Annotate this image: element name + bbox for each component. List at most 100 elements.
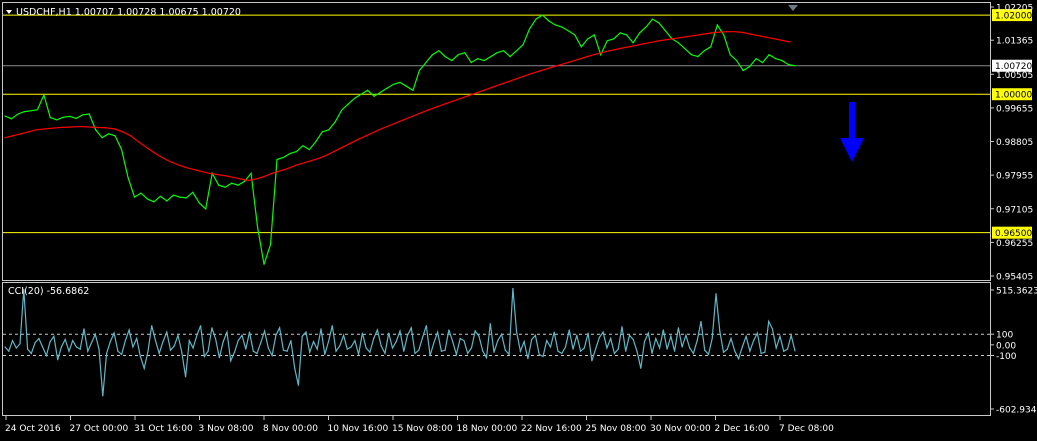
cci-line-point: [64, 338, 66, 341]
cci-line-point: [403, 350, 405, 352]
cci-line-point: [139, 355, 142, 358]
price-line-point: [101, 137, 103, 139]
price-line-point: [515, 50, 518, 52]
cci-tick-label: 515.3623: [996, 287, 1037, 297]
price-line-point: [120, 149, 123, 151]
cci-line-point: [346, 348, 348, 350]
cci-tick-label: 0.00: [996, 341, 1016, 351]
cci-line-point: [320, 328, 322, 330]
moving-average-line-point: [130, 135, 132, 137]
cci-panel: [2, 282, 991, 416]
cci-line-point: [455, 353, 458, 356]
price-axis: 1.02205 1.01365 1.00505 0.99655 0.98805 0.979…: [990, 4, 1033, 283]
cci-line-point: [572, 348, 574, 350]
cci-title: CCI(20) -56.6862: [8, 286, 89, 297]
cci-line-point: [433, 342, 435, 344]
price-line-point: [43, 94, 45, 96]
cci-line-point: [643, 341, 646, 343]
cci-line-point: [75, 346, 78, 348]
price-line-point: [677, 42, 680, 44]
cci-line-point: [493, 351, 495, 353]
moving-average-line-point: [420, 112, 422, 114]
price-line-point: [315, 141, 317, 143]
cci-line-point: [527, 358, 529, 360]
price-line-point: [23, 111, 26, 113]
cci-line-point: [369, 351, 371, 353]
cci-line-point: [632, 338, 634, 341]
cci-tick-label: 100: [996, 331, 1013, 341]
cci-line-point: [132, 346, 134, 348]
cci-line-point: [316, 348, 318, 350]
cci-line-point: [722, 351, 725, 353]
cci-line-point: [523, 341, 525, 343]
price-line-point: [10, 118, 13, 120]
price-line-point: [69, 115, 71, 117]
cci-line-point: [508, 353, 510, 356]
cci-line-point: [760, 352, 762, 354]
cci-line-point: [756, 332, 758, 334]
moving-average-line-point: [389, 124, 391, 127]
cci-line-point: [354, 339, 356, 342]
price-line-point: [664, 30, 667, 32]
price-line-point: [95, 129, 97, 131]
moving-average-line-point: [593, 54, 595, 56]
cci-line-point: [312, 341, 315, 343]
cci-line-point: [504, 349, 506, 351]
cci-line-point: [297, 384, 300, 386]
cci-line-point: [200, 325, 202, 327]
moving-average-line-point: [483, 89, 485, 91]
price-line-point: [561, 26, 563, 28]
price-line-point: [470, 61, 472, 64]
moving-average-line-point: [459, 97, 461, 100]
cci-line-point: [666, 348, 668, 350]
cci-line-point: [704, 349, 706, 351]
cci-line-point: [203, 355, 205, 358]
cci-line-point: [294, 367, 296, 369]
time-tick-label: 31 Oct 16:00: [134, 424, 193, 434]
price-line-point: [231, 182, 233, 184]
moving-average-line-point: [381, 128, 383, 130]
cci-line-point: [500, 333, 503, 335]
cci-line-point: [576, 334, 578, 336]
moving-average-line-point: [106, 127, 108, 129]
price-line-point: [451, 60, 453, 62]
price-line-point: [703, 50, 705, 52]
price-line-point: [328, 129, 330, 131]
price-line-point: [483, 60, 485, 62]
cci-line-point: [339, 345, 341, 347]
cci-line-point: [4, 346, 6, 348]
cci-line-point: [700, 320, 702, 323]
price-line-point: [347, 103, 349, 105]
cci-line-point: [365, 347, 367, 349]
moving-average-line-point: [506, 81, 508, 83]
cci-line-point: [452, 341, 454, 343]
price-line-point: [457, 54, 459, 56]
price-line-point: [794, 65, 796, 67]
cci-line-point: [677, 327, 679, 329]
cci-line-point: [226, 331, 228, 333]
level-label: 0.96500: [995, 229, 1032, 239]
cci-line-point: [719, 330, 721, 332]
cci-line-point: [610, 337, 612, 340]
cci-line-point: [606, 347, 608, 349]
cci-line-point: [256, 352, 258, 354]
moving-average-line-point: [671, 38, 673, 40]
cci-line-point: [546, 339, 548, 342]
chart-canvas[interactable]: 1.020001.000000.965001.00720 1.022051.01…: [0, 0, 1037, 441]
cci-line-point: [568, 329, 570, 331]
price-line-point: [593, 34, 595, 36]
cci-line-point: [478, 335, 480, 337]
price-line-point: [179, 196, 181, 198]
cci-line-point: [222, 341, 224, 343]
cci-line-point: [282, 349, 284, 351]
cci-line-point: [143, 367, 145, 369]
moving-average-line-point: [145, 146, 147, 148]
price-line-point: [250, 172, 252, 174]
cci-line-point: [305, 331, 307, 333]
price-line-point: [444, 56, 446, 58]
price-line-point: [386, 87, 388, 89]
cci-line-point: [463, 339, 465, 342]
moving-average-line-point: [655, 40, 658, 42]
cci-line-point: [42, 346, 44, 348]
price-line-point: [574, 34, 576, 36]
